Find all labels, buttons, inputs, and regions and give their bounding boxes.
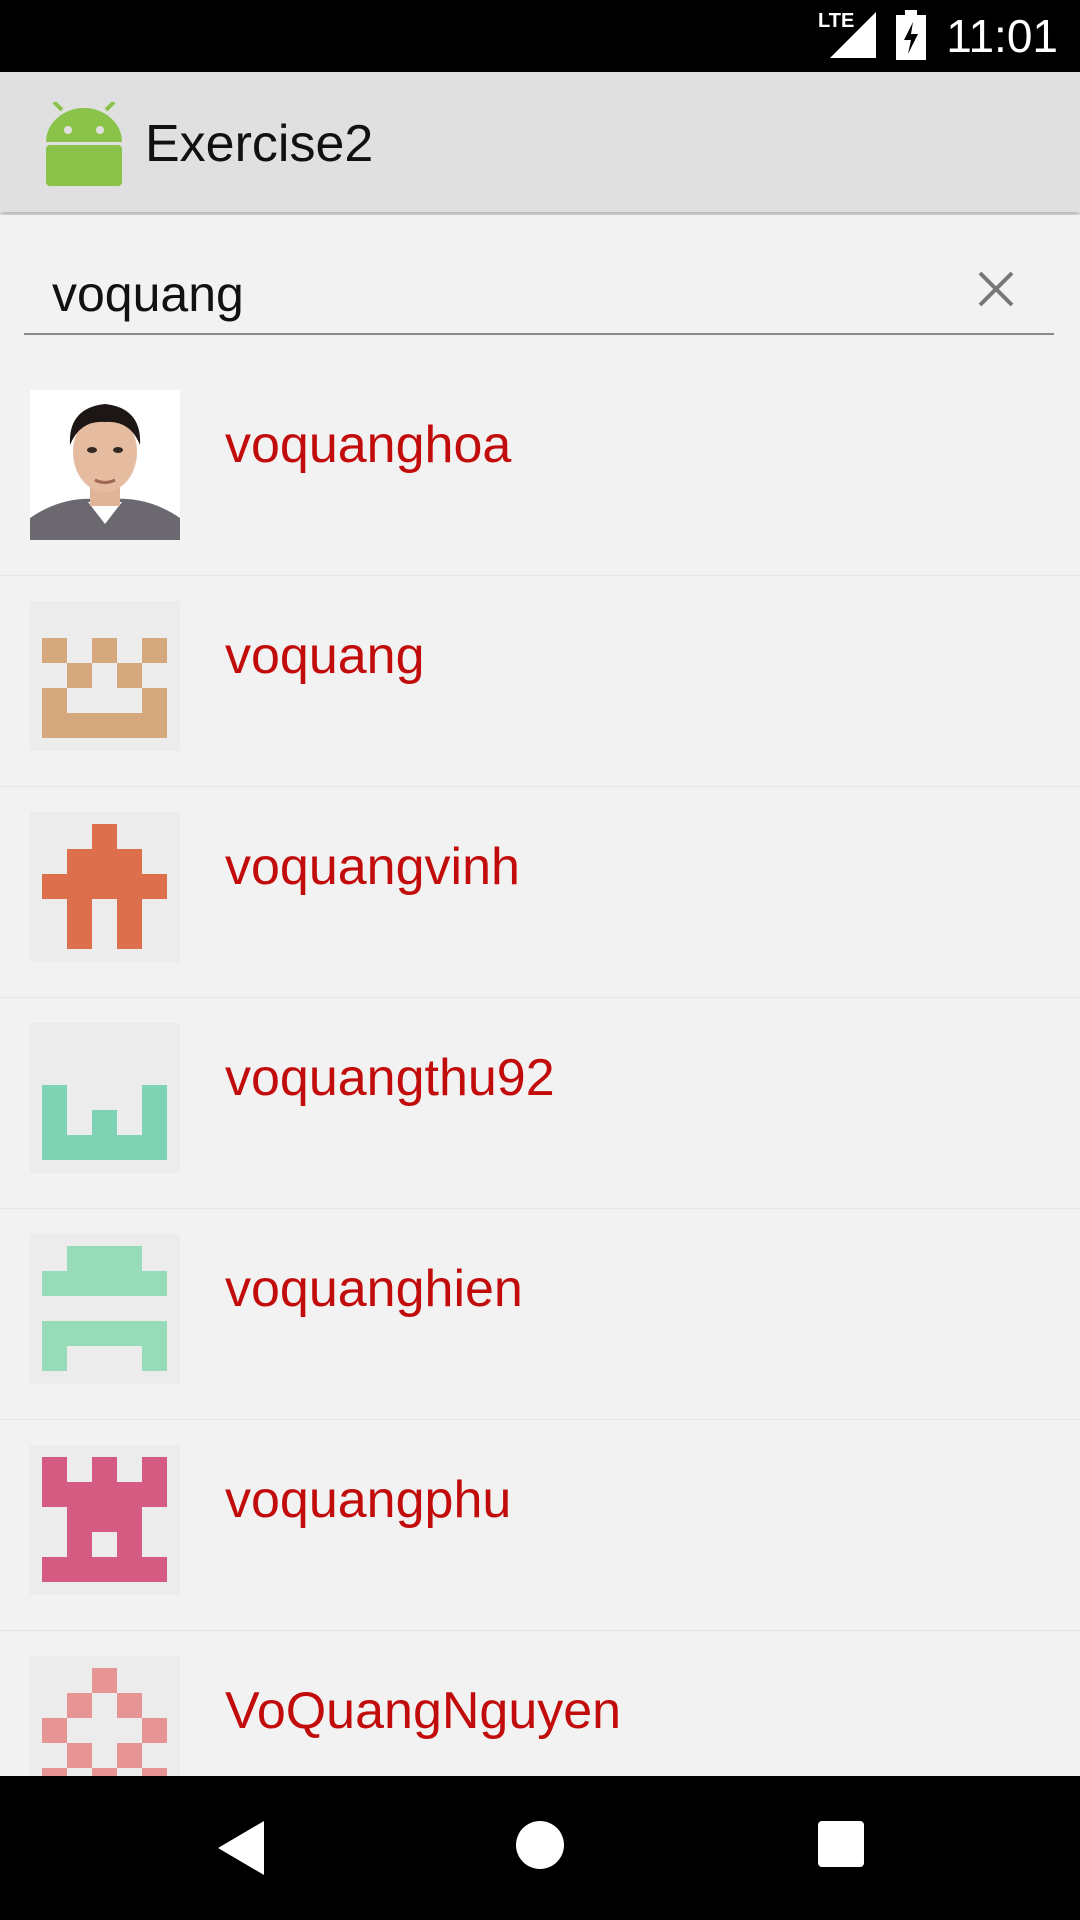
list-item[interactable]: voquangthu92 [0, 998, 1080, 1209]
android-logo-icon [46, 102, 122, 186]
app-bar: Exercise2 [0, 72, 1080, 212]
avatar [30, 390, 180, 540]
list-item[interactable]: voquangvinh [0, 787, 1080, 998]
list-item[interactable]: voquang [0, 576, 1080, 787]
signal-icon [830, 12, 876, 58]
avatar [30, 1445, 180, 1595]
recents-icon[interactable] [818, 1821, 864, 1867]
search-input[interactable] [24, 255, 1054, 335]
status-bar: LTE 11:01 [0, 0, 1080, 72]
list-item[interactable]: voquangphu [0, 1420, 1080, 1631]
battery-charging-icon [896, 10, 926, 60]
list-item[interactable]: voquanghien [0, 1209, 1080, 1420]
avatar [30, 601, 180, 751]
username: voquangphu [225, 1471, 512, 1529]
list-item[interactable]: voquanghoa [0, 365, 1080, 576]
avatar [30, 812, 180, 962]
username: voquanghoa [225, 416, 512, 474]
clock: 11:01 [946, 10, 1058, 62]
back-icon[interactable] [216, 1821, 266, 1875]
username: voquang [225, 627, 425, 685]
username: voquanghien [225, 1260, 523, 1318]
username: voquangthu92 [225, 1049, 555, 1107]
search-area [0, 215, 1080, 360]
avatar [30, 1023, 180, 1173]
home-icon[interactable] [516, 1821, 564, 1869]
avatar [30, 1234, 180, 1384]
navigation-bar [0, 1776, 1080, 1920]
app-title: Exercise2 [145, 115, 374, 173]
username: VoQuangNguyen [225, 1682, 622, 1740]
results-list: voquanghoa voquang voquangvinh voquangth… [0, 365, 1080, 1842]
username: voquangvinh [225, 838, 520, 896]
close-icon[interactable] [974, 267, 1018, 311]
